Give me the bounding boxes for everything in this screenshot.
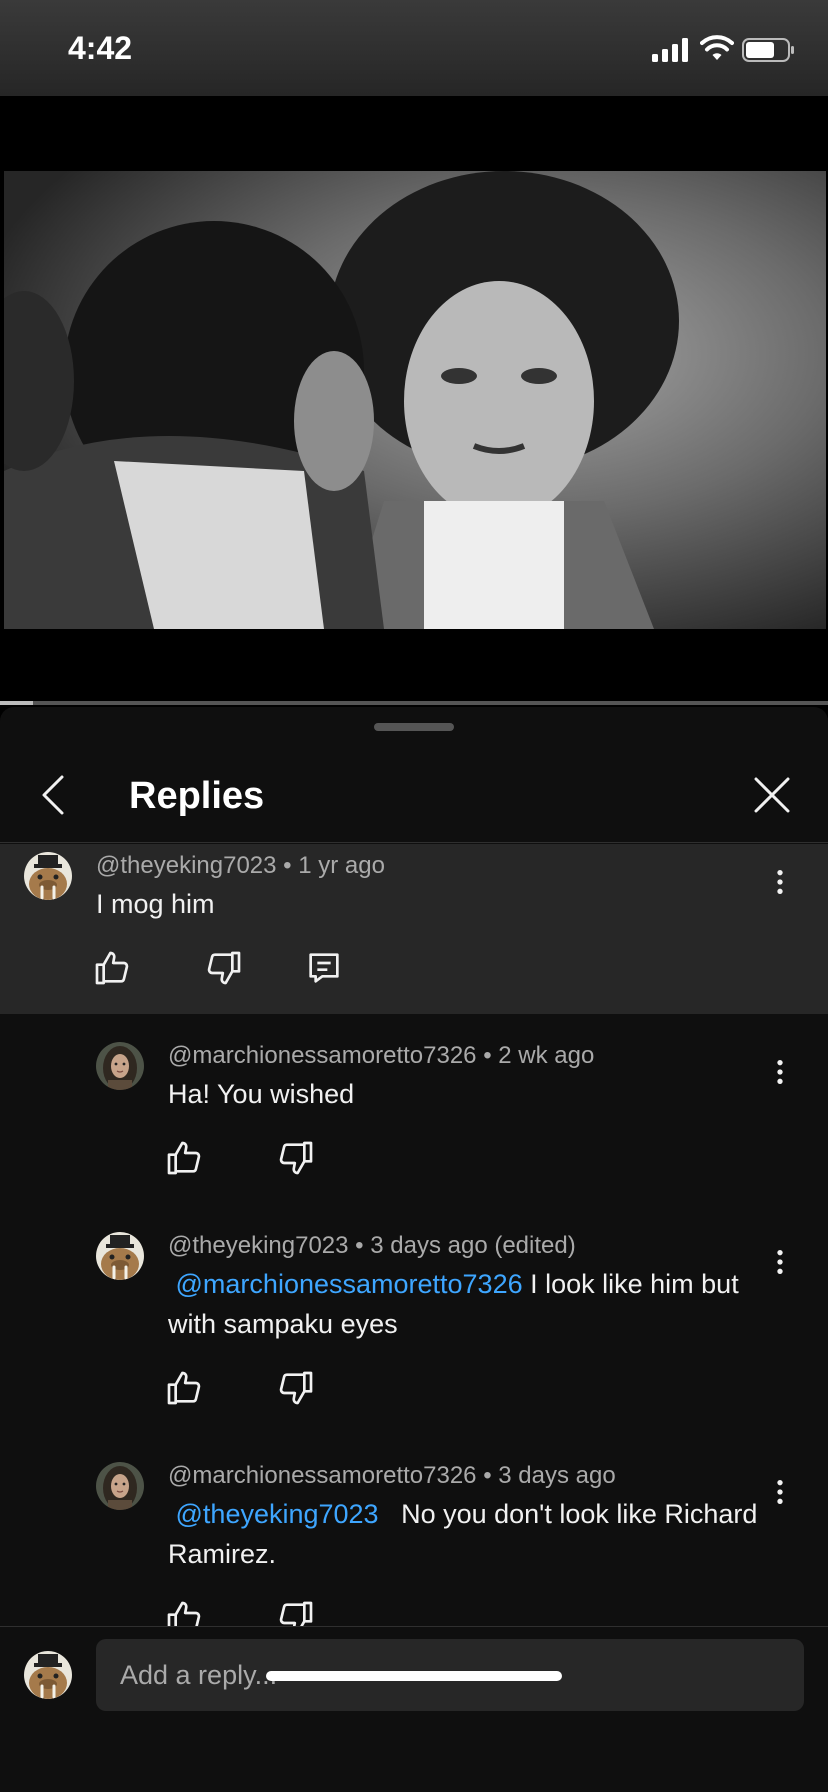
panel-header: Replies (0, 737, 828, 843)
thumbs-down-icon (276, 1598, 316, 1626)
comment-author[interactable]: @theyeking7023 (168, 1232, 349, 1259)
comment-text: @theyeking7023 No you don't look like Ri… (168, 1499, 765, 1569)
replies-thread[interactable]: @theyeking7023 • 1 yr ago I mog him @mar… (0, 844, 828, 1626)
reply-item: @theyeking7023 • 3 days ago (edited) @ma… (0, 1224, 828, 1454)
comment-menu-button[interactable] (764, 1472, 796, 1512)
comment-age: 1 yr ago (298, 852, 385, 879)
back-button[interactable] (36, 773, 70, 817)
home-indicator[interactable] (266, 1671, 562, 1681)
video-progress-bar[interactable] (0, 701, 828, 705)
parent-comment: @theyeking7023 • 1 yr ago I mog him (0, 844, 828, 1014)
comment-meta: @marchionessamoretto7326 • 2 wk ago (168, 1042, 595, 1069)
avatar[interactable] (96, 1232, 144, 1280)
battery-icon (742, 38, 794, 62)
comment-author[interactable]: @marchionessamoretto7326 (168, 1042, 477, 1069)
comment-age: 3 days ago (498, 1462, 616, 1489)
comment-age: 3 days ago (edited) (370, 1232, 576, 1259)
like-button[interactable] (92, 948, 132, 988)
dislike-button[interactable] (276, 1598, 316, 1626)
avatar[interactable] (96, 1042, 144, 1090)
comment-author[interactable]: @theyeking7023 (96, 852, 277, 879)
comment-text: I mog him (96, 889, 215, 919)
thumbs-up-icon (164, 1138, 204, 1178)
thumbs-down-icon (204, 948, 244, 988)
dislike-button[interactable] (276, 1368, 316, 1408)
replies-panel: Replies @theyeking7023 • 1 yr ago I mog … (0, 707, 828, 1792)
more-vert-icon (764, 1472, 796, 1512)
close-button[interactable] (752, 775, 792, 815)
comment-text: @marchionessamoretto7326 I look like him… (168, 1269, 739, 1339)
chevron-left-icon (42, 775, 64, 815)
mention-link[interactable]: @marchionessamoretto7326 (176, 1269, 523, 1299)
thumbs-down-icon (276, 1138, 316, 1178)
walrus-avatar-image (24, 852, 72, 900)
reply-item: @marchionessamoretto7326 • 3 days ago @t… (0, 1454, 828, 1626)
like-button[interactable] (164, 1368, 204, 1408)
video-still-image (4, 171, 826, 629)
status-time: 4:42 (68, 30, 133, 66)
video-frame[interactable] (4, 171, 826, 629)
more-vert-icon (764, 1242, 796, 1282)
reply-composer (0, 1626, 828, 1792)
dislike-button[interactable] (276, 1138, 316, 1178)
more-vert-icon (764, 862, 796, 902)
like-button[interactable] (164, 1598, 204, 1626)
more-vert-icon (764, 1052, 796, 1092)
thumbs-up-icon (92, 948, 132, 988)
walrus-avatar-image (24, 1651, 72, 1699)
comment-icon (304, 948, 344, 988)
woman-avatar-image (96, 1042, 144, 1090)
thumbs-up-icon (164, 1368, 204, 1408)
reply-button[interactable] (304, 948, 344, 988)
like-button[interactable] (164, 1138, 204, 1178)
comment-menu-button[interactable] (764, 862, 796, 902)
avatar[interactable] (96, 1462, 144, 1510)
thumbs-down-icon (276, 1368, 316, 1408)
woman-avatar-image (96, 1462, 144, 1510)
close-icon (754, 777, 790, 813)
comment-meta: @marchionessamoretto7326 • 3 days ago (168, 1462, 616, 1489)
thumbs-up-icon (164, 1598, 204, 1626)
dislike-button[interactable] (204, 948, 244, 988)
cellular-signal-icon (652, 38, 688, 62)
video-player[interactable] (0, 96, 828, 701)
comment-author[interactable]: @marchionessamoretto7326 (168, 1462, 477, 1489)
avatar[interactable] (24, 1651, 72, 1699)
reply-item: @marchionessamoretto7326 • 2 wk ago Ha! … (0, 1034, 828, 1224)
comment-meta: @theyeking7023 • 1 yr ago (96, 852, 385, 879)
comment-menu-button[interactable] (764, 1052, 796, 1092)
drag-handle[interactable] (374, 723, 454, 731)
wifi-icon (700, 35, 734, 60)
walrus-avatar-image (96, 1232, 144, 1280)
comment-age: 2 wk ago (498, 1042, 595, 1069)
avatar[interactable] (24, 852, 72, 900)
comment-text: Ha! You wished (168, 1079, 355, 1109)
video-progress-fill (0, 701, 34, 705)
status-bar: 4:42 (0, 0, 828, 96)
mention-link[interactable]: @theyeking7023 (176, 1499, 379, 1529)
panel-title: Replies (129, 775, 265, 817)
comment-meta: @theyeking7023 • 3 days ago (edited) (168, 1232, 576, 1259)
comment-menu-button[interactable] (764, 1242, 796, 1282)
